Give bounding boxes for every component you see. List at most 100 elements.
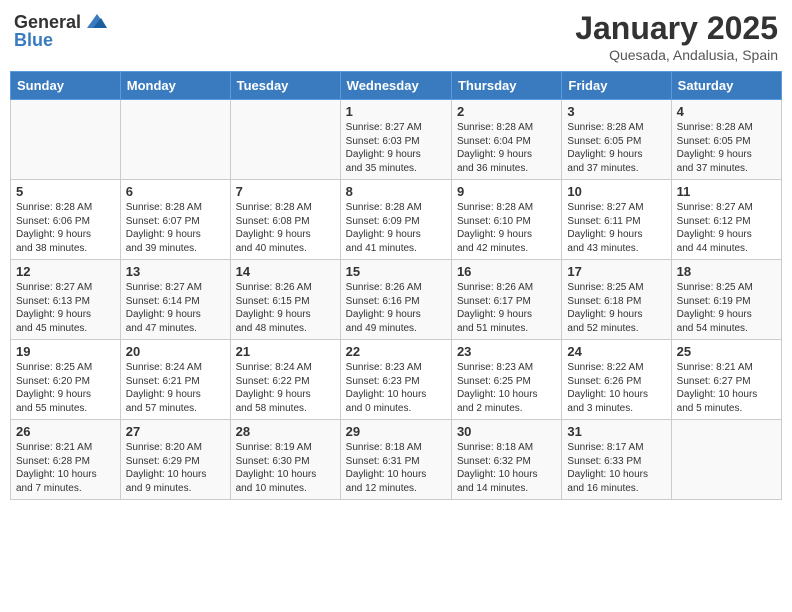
calendar-cell: 16 Sunrise: 8:26 AM Sunset: 6:17 PM Dayli… [451, 260, 561, 340]
calendar-cell: 3Sunrise: 8:28 AM Sunset: 6:05 PM Daylig… [562, 100, 671, 180]
calendar-cell: 1 Sunrise: 8:27 AM Sunset: 6:03 PM Daylig… [340, 100, 451, 180]
calendar-week-1: 1 Sunrise: 8:27 AM Sunset: 6:03 PM Daylig… [11, 100, 782, 180]
day-info: Sunrise: 8:26 AM Sunset: 6:15 PM Dayligh… [236, 281, 335, 335]
day-info: Sunrise: 8:27 AM Sunset: 6:03 PM Dayligh… [346, 121, 446, 175]
calendar-week-5: 26 Sunrise: 8:21 AM Sunset: 6:28 PM Dayli… [11, 420, 782, 500]
calendar-cell: 29 Sunrise: 8:18 AM Sunset: 6:31 PM Dayli… [340, 420, 451, 500]
day-number: 30 [457, 424, 556, 439]
calendar-cell [120, 100, 230, 180]
day-number: 26 [16, 424, 115, 439]
day-number: 29 [346, 424, 446, 439]
day-number: 10 [567, 184, 665, 199]
day-info: Sunrise: 8:18 AM Sunset: 6:32 PM Dayligh… [457, 441, 556, 495]
day-number: 24 [567, 344, 665, 359]
calendar-cell: 19Sunrise: 8:25 AM Sunset: 6:20 PM Dayli… [11, 340, 121, 420]
day-number: 8 [346, 184, 446, 199]
day-info: Sunrise: 8:28 AM Sunset: 6:05 PM Dayligh… [677, 121, 776, 175]
col-header-monday: Monday [120, 72, 230, 100]
day-info: Sunrise: 8:27 AM Sunset: 6:11 PM Dayligh… [567, 201, 665, 255]
day-info: Sunrise: 8:27 AM Sunset: 6:14 PM Dayligh… [126, 281, 225, 335]
calendar-cell: 15 Sunrise: 8:26 AM Sunset: 6:16 PM Dayli… [340, 260, 451, 340]
calendar-cell: 4 Sunrise: 8:28 AM Sunset: 6:05 PM Daylig… [671, 100, 781, 180]
calendar-cell: 30 Sunrise: 8:18 AM Sunset: 6:32 PM Dayli… [451, 420, 561, 500]
calendar-cell: 22Sunrise: 8:23 AM Sunset: 6:23 PM Dayli… [340, 340, 451, 420]
calendar-week-4: 19Sunrise: 8:25 AM Sunset: 6:20 PM Dayli… [11, 340, 782, 420]
day-info: Sunrise: 8:26 AM Sunset: 6:17 PM Dayligh… [457, 281, 556, 335]
calendar-cell: 17Sunrise: 8:25 AM Sunset: 6:18 PM Dayli… [562, 260, 671, 340]
calendar-cell: 13 Sunrise: 8:27 AM Sunset: 6:14 PM Dayli… [120, 260, 230, 340]
day-number: 21 [236, 344, 335, 359]
day-number: 22 [346, 344, 446, 359]
day-info: Sunrise: 8:28 AM Sunset: 6:09 PM Dayligh… [346, 201, 446, 255]
calendar-cell: 7Sunrise: 8:28 AM Sunset: 6:08 PM Daylig… [230, 180, 340, 260]
calendar-cell: 12Sunrise: 8:27 AM Sunset: 6:13 PM Dayli… [11, 260, 121, 340]
location-title: Quesada, Andalusia, Spain [575, 47, 778, 63]
calendar-week-3: 12Sunrise: 8:27 AM Sunset: 6:13 PM Dayli… [11, 260, 782, 340]
day-number: 15 [346, 264, 446, 279]
col-header-wednesday: Wednesday [340, 72, 451, 100]
col-header-thursday: Thursday [451, 72, 561, 100]
calendar-cell: 14 Sunrise: 8:26 AM Sunset: 6:15 PM Dayli… [230, 260, 340, 340]
calendar-cell: 9 Sunrise: 8:28 AM Sunset: 6:10 PM Daylig… [451, 180, 561, 260]
logo: General Blue [14, 10, 107, 51]
day-number: 7 [236, 184, 335, 199]
day-info: Sunrise: 8:27 AM Sunset: 6:12 PM Dayligh… [677, 201, 776, 255]
day-info: Sunrise: 8:22 AM Sunset: 6:26 PM Dayligh… [567, 361, 665, 415]
calendar-cell: 2 Sunrise: 8:28 AM Sunset: 6:04 PM Daylig… [451, 100, 561, 180]
day-number: 20 [126, 344, 225, 359]
col-header-sunday: Sunday [11, 72, 121, 100]
col-header-friday: Friday [562, 72, 671, 100]
calendar-cell: 24 Sunrise: 8:22 AM Sunset: 6:26 PM Dayli… [562, 340, 671, 420]
logo-blue: Blue [14, 30, 53, 51]
day-number: 27 [126, 424, 225, 439]
day-number: 28 [236, 424, 335, 439]
day-number: 16 [457, 264, 556, 279]
day-info: Sunrise: 8:26 AM Sunset: 6:16 PM Dayligh… [346, 281, 446, 335]
day-number: 1 [346, 104, 446, 119]
day-number: 6 [126, 184, 225, 199]
day-number: 11 [677, 184, 776, 199]
calendar-cell: 28 Sunrise: 8:19 AM Sunset: 6:30 PM Dayli… [230, 420, 340, 500]
calendar-cell: 27 Sunrise: 8:20 AM Sunset: 6:29 PM Dayli… [120, 420, 230, 500]
day-info: Sunrise: 8:21 AM Sunset: 6:28 PM Dayligh… [16, 441, 115, 495]
day-info: Sunrise: 8:28 AM Sunset: 6:10 PM Dayligh… [457, 201, 556, 255]
day-number: 23 [457, 344, 556, 359]
day-info: Sunrise: 8:25 AM Sunset: 6:18 PM Dayligh… [567, 281, 665, 335]
calendar-cell: 5 Sunrise: 8:28 AM Sunset: 6:06 PM Daylig… [11, 180, 121, 260]
calendar-cell: 26 Sunrise: 8:21 AM Sunset: 6:28 PM Dayli… [11, 420, 121, 500]
calendar-cell: 8 Sunrise: 8:28 AM Sunset: 6:09 PM Daylig… [340, 180, 451, 260]
day-info: Sunrise: 8:28 AM Sunset: 6:06 PM Dayligh… [16, 201, 115, 255]
calendar-cell: 21 Sunrise: 8:24 AM Sunset: 6:22 PM Dayli… [230, 340, 340, 420]
calendar-cell: 20 Sunrise: 8:24 AM Sunset: 6:21 PM Dayli… [120, 340, 230, 420]
day-info: Sunrise: 8:28 AM Sunset: 6:04 PM Dayligh… [457, 121, 556, 175]
day-number: 13 [126, 264, 225, 279]
day-number: 2 [457, 104, 556, 119]
calendar-cell: 11 Sunrise: 8:27 AM Sunset: 6:12 PM Dayli… [671, 180, 781, 260]
day-info: Sunrise: 8:23 AM Sunset: 6:25 PM Dayligh… [457, 361, 556, 415]
calendar-cell: 25Sunrise: 8:21 AM Sunset: 6:27 PM Dayli… [671, 340, 781, 420]
calendar-cell: 6 Sunrise: 8:28 AM Sunset: 6:07 PM Daylig… [120, 180, 230, 260]
day-number: 18 [677, 264, 776, 279]
calendar-cell [230, 100, 340, 180]
month-title: January 2025 [575, 10, 778, 47]
calendar-cell: 18 Sunrise: 8:25 AM Sunset: 6:19 PM Dayli… [671, 260, 781, 340]
day-info: Sunrise: 8:19 AM Sunset: 6:30 PM Dayligh… [236, 441, 335, 495]
calendar-cell: 31Sunrise: 8:17 AM Sunset: 6:33 PM Dayli… [562, 420, 671, 500]
calendar-cell: 10 Sunrise: 8:27 AM Sunset: 6:11 PM Dayli… [562, 180, 671, 260]
calendar-header-row: SundayMondayTuesdayWednesdayThursdayFrid… [11, 72, 782, 100]
day-info: Sunrise: 8:20 AM Sunset: 6:29 PM Dayligh… [126, 441, 225, 495]
day-number: 14 [236, 264, 335, 279]
calendar-cell [11, 100, 121, 180]
day-number: 5 [16, 184, 115, 199]
day-info: Sunrise: 8:25 AM Sunset: 6:19 PM Dayligh… [677, 281, 776, 335]
day-info: Sunrise: 8:28 AM Sunset: 6:07 PM Dayligh… [126, 201, 225, 255]
day-number: 4 [677, 104, 776, 119]
day-info: Sunrise: 8:27 AM Sunset: 6:13 PM Dayligh… [16, 281, 115, 335]
day-number: 19 [16, 344, 115, 359]
calendar-cell: 23 Sunrise: 8:23 AM Sunset: 6:25 PM Dayli… [451, 340, 561, 420]
day-number: 25 [677, 344, 776, 359]
day-info: Sunrise: 8:24 AM Sunset: 6:21 PM Dayligh… [126, 361, 225, 415]
day-info: Sunrise: 8:24 AM Sunset: 6:22 PM Dayligh… [236, 361, 335, 415]
day-number: 9 [457, 184, 556, 199]
day-info: Sunrise: 8:18 AM Sunset: 6:31 PM Dayligh… [346, 441, 446, 495]
